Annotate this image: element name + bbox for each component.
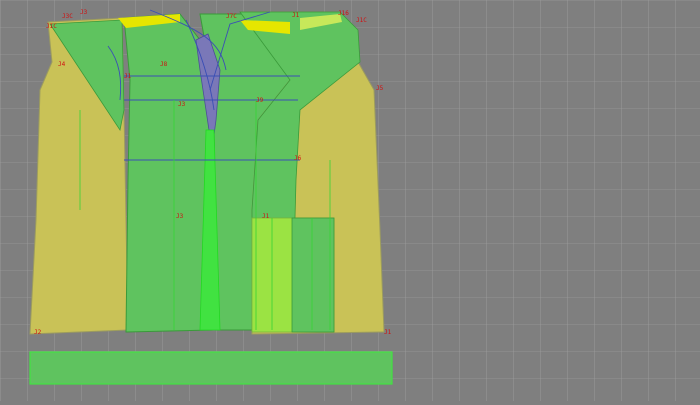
point-label-j7c-top: J7C: [226, 13, 237, 20]
green-lower-block[interactable]: [291, 217, 335, 333]
point-label-j3c-top-left: J3C: [62, 13, 73, 20]
point-label-j9-mid: J9: [256, 97, 264, 104]
point-label-j3-top: J3: [80, 9, 88, 16]
point-label-j1-top-right: J1: [292, 12, 300, 19]
point-label-jic-top-left: JIC: [46, 23, 57, 30]
point-label-j2-bottom: J2: [34, 329, 42, 336]
point-label-j3-mid: J3: [178, 101, 186, 108]
point-label-j1-mid: J1: [124, 73, 132, 80]
point-label-j8-mid: J8: [160, 61, 168, 68]
point-label-j1-bottom-right: J1: [384, 329, 392, 336]
point-label-j6-right: J6: [294, 155, 302, 162]
point-label-j5-right: J5: [376, 85, 384, 92]
point-label-j4-left: J4: [58, 61, 66, 68]
point-label-j3-lower: J3: [176, 213, 184, 220]
point-label-j1c-top-right: J1C: [356, 17, 367, 24]
point-label-j1-lower: J1: [262, 213, 270, 220]
cad-workspace[interactable]: J3C JIC J3 J7C J1 J16 J1C J4 J8 J5 J1 J3 J9 J6 J1 J3 J2 J…: [0, 0, 700, 401]
binding-strip[interactable]: [29, 351, 393, 385]
point-label-j16-top-right: J16: [338, 10, 349, 17]
pattern-canvas[interactable]: J3C JIC J3 J7C J1 J16 J1C J4 J8 J5 J1 J3 J9 J6 J1 J3 J2 J…: [0, 0, 700, 401]
